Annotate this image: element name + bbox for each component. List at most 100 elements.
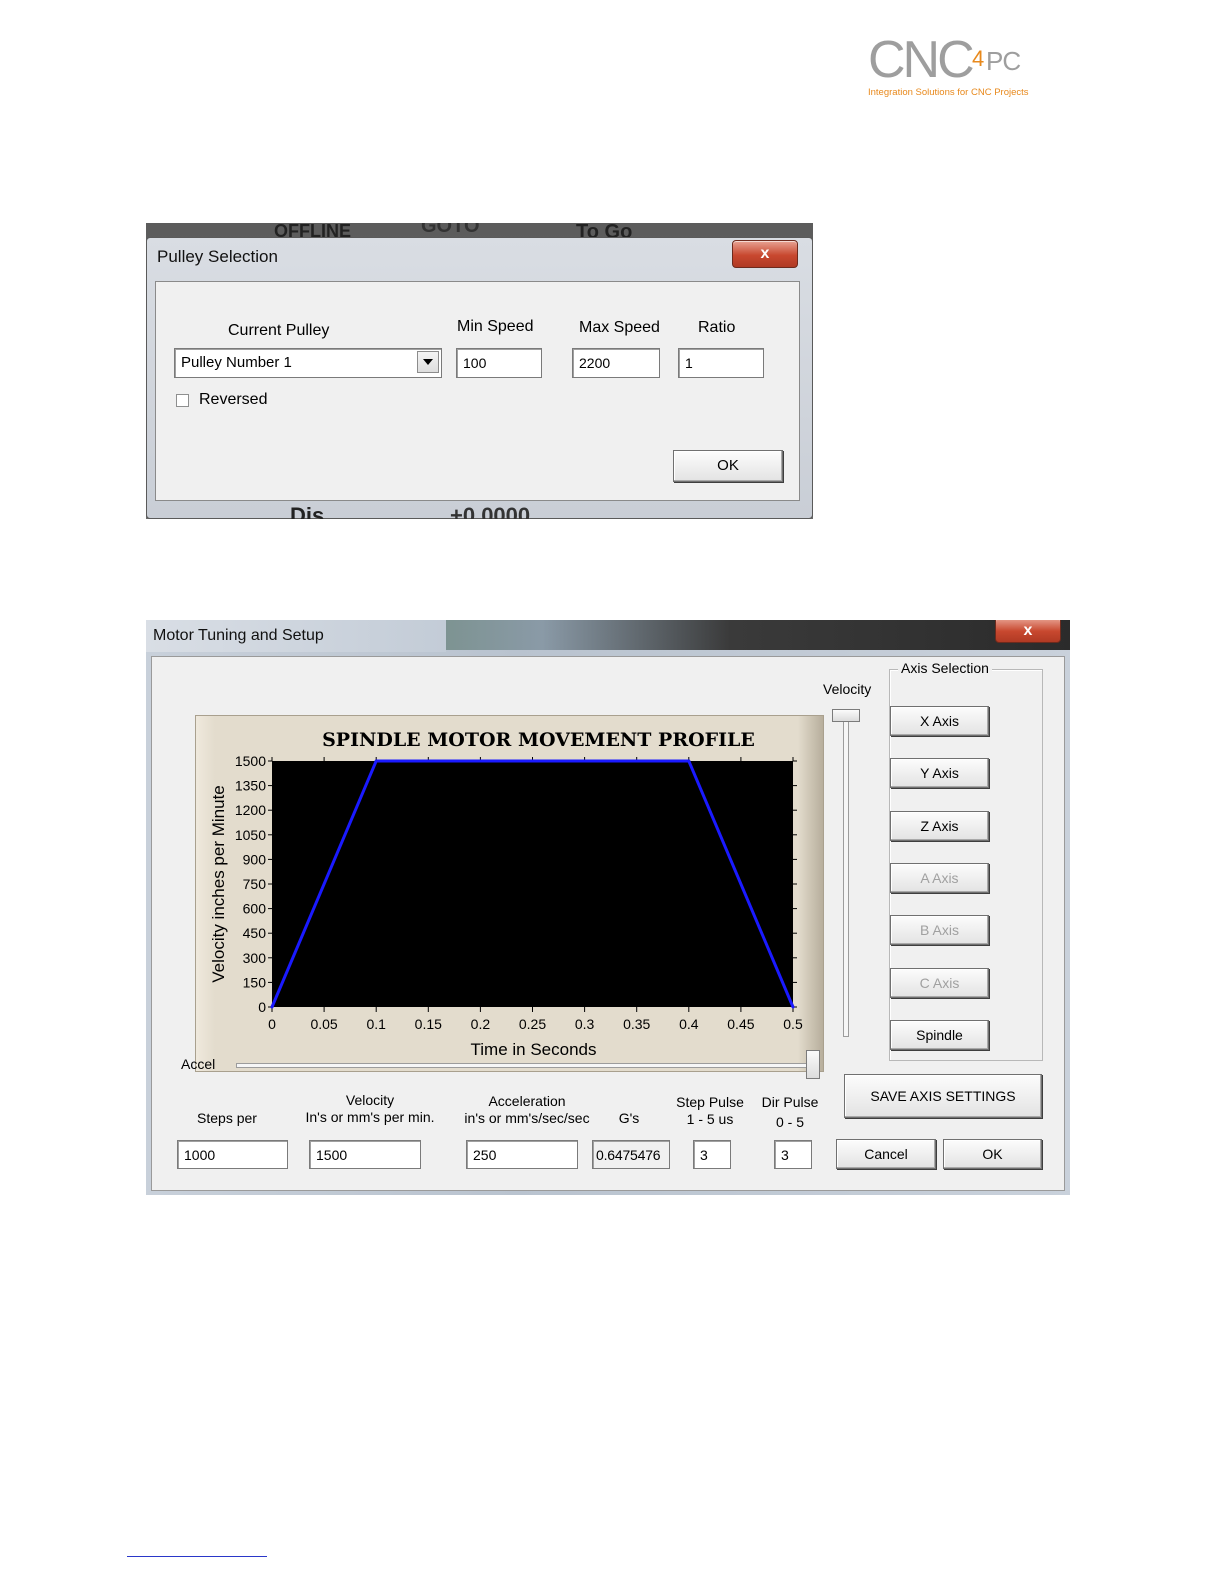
- cnc4pc-logo: CNC 4 PC Integration Solutions for CNC P…: [868, 31, 1029, 100]
- x-tick-label: 0.45: [727, 1016, 754, 1032]
- pulley-selection-window: OFFLINE GOTO To Go Pulley Selection x Cu…: [146, 223, 813, 519]
- axis-button-a-axis[interactable]: A Axis: [890, 862, 989, 893]
- acceleration-field-label-line2: in's or mm's/sec/sec: [464, 1110, 590, 1126]
- logo-brand: CNC: [868, 31, 975, 89]
- dir-pulse-label: Dir Pulse 0 - 5: [755, 1094, 825, 1131]
- ratio-input[interactable]: 1: [678, 348, 764, 378]
- dir-pulse-label-line1: Dir Pulse: [761, 1094, 819, 1110]
- dir-pulse-label-line2: 0 - 5: [775, 1114, 804, 1130]
- max-speed-label: Max Speed: [579, 319, 660, 336]
- y-tick-label: 1050: [235, 827, 266, 843]
- pulley-window-title: Pulley Selection: [157, 247, 278, 266]
- x-tick-label: 0.2: [471, 1016, 491, 1032]
- x-tick-label: 0.4: [679, 1016, 699, 1032]
- pulley-close-button[interactable]: x: [732, 240, 798, 268]
- velocity-profile-point: [791, 1005, 795, 1009]
- step-pulse-label-line2: 1 - 5 us: [686, 1111, 734, 1127]
- x-tick-label: 0.05: [310, 1016, 337, 1032]
- step-pulse-label: Step Pulse 1 - 5 us: [670, 1094, 750, 1128]
- accel-slider-track[interactable]: [236, 1063, 820, 1068]
- background-dis-label: Dis: [290, 503, 325, 519]
- save-axis-settings-button[interactable]: SAVE AXIS SETTINGS: [844, 1074, 1042, 1118]
- pulley-ok-button[interactable]: OK: [673, 450, 783, 482]
- cancel-button[interactable]: Cancel: [836, 1139, 936, 1169]
- velocity-slider-label: Velocity: [823, 681, 872, 697]
- footer-link-underline[interactable]: [127, 1556, 267, 1557]
- acceleration-field-label: Acceleration in's or mm's/sec/sec: [457, 1093, 597, 1127]
- y-tick-label: 300: [243, 950, 267, 966]
- step-pulse-label-line1: Step Pulse: [676, 1094, 744, 1110]
- axis-button-x-axis[interactable]: X Axis: [890, 706, 989, 736]
- motor-window-title: Motor Tuning and Setup: [153, 627, 324, 644]
- acceleration-field-label-line1: Acceleration: [488, 1093, 566, 1109]
- axis-button-c-axis[interactable]: C Axis: [890, 967, 989, 998]
- ratio-label: Ratio: [698, 319, 736, 336]
- velocity-field-label: Velocity In's or mm's per min.: [300, 1092, 440, 1126]
- y-axis-label: Velocity inches per Minute: [209, 785, 228, 983]
- close-icon: x: [760, 245, 770, 262]
- velocity-profile-point: [270, 1005, 274, 1009]
- x-tick-label: 0.3: [575, 1016, 595, 1032]
- axis-button-spindle[interactable]: Spindle: [890, 1019, 989, 1050]
- pulley-client-area: Current Pulley Min Speed Max Speed Ratio…: [155, 281, 800, 501]
- background-goto-label: GOTO: [421, 223, 480, 237]
- acceleration-input[interactable]: 250: [466, 1140, 578, 1169]
- current-pulley-label: Current Pulley: [228, 322, 330, 339]
- y-tick-label: 1500: [235, 753, 266, 769]
- reversed-label: Reversed: [199, 391, 268, 408]
- reversed-checkbox[interactable]: [176, 394, 189, 407]
- movement-profile-chart: SPINDLE MOTOR MOVEMENT PROFILE 0 0.05 0.1 0.…: [195, 715, 824, 1072]
- steps-per-input[interactable]: 1000: [177, 1140, 288, 1169]
- motor-ok-button[interactable]: OK: [943, 1139, 1042, 1169]
- chart-canvas: SPINDLE MOTOR MOVEMENT PROFILE 0 0.05 0.1 0.…: [209, 729, 803, 1059]
- background-readout: +0.0000: [450, 503, 531, 519]
- y-tick-label: 750: [243, 876, 267, 892]
- x-tick-label: 0: [268, 1016, 276, 1032]
- velocity-profile-point: [687, 759, 691, 763]
- velocity-field-label-line1: Velocity: [345, 1092, 395, 1108]
- logo-tagline: Integration Solutions for CNC Projects: [868, 87, 1029, 98]
- x-tick-label: 0.35: [623, 1016, 650, 1032]
- y-tick-label: 150: [243, 974, 267, 990]
- axis-button-y-axis[interactable]: Y Axis: [890, 758, 989, 789]
- accel-slider-label: Accel: [181, 1056, 216, 1072]
- y-tick-label: 0: [258, 999, 266, 1015]
- current-pulley-select[interactable]: Pulley Number 1: [174, 348, 442, 378]
- y-tick-label: 600: [243, 901, 267, 917]
- y-tick-label: 1200: [235, 802, 266, 818]
- y-tick-label: 900: [243, 851, 267, 867]
- x-tick-label: 0.1: [366, 1016, 386, 1032]
- gs-label: G's: [618, 1110, 640, 1126]
- x-tick-label: 0.15: [415, 1016, 442, 1032]
- x-tick-label: 0.5: [783, 1016, 803, 1032]
- max-speed-input[interactable]: 2200: [572, 348, 660, 378]
- velocity-input[interactable]: 1500: [309, 1140, 421, 1169]
- gs-readout: 0.6475476: [592, 1140, 670, 1169]
- axis-button-b-axis[interactable]: B Axis: [890, 915, 989, 946]
- x-axis-label: Time in Seconds: [471, 1040, 597, 1059]
- logo-brand-digit: 4: [972, 46, 985, 71]
- dir-pulse-input[interactable]: 3: [774, 1140, 812, 1169]
- chart-plot-area: [272, 761, 793, 1007]
- accel-slider-thumb[interactable]: [806, 1050, 820, 1079]
- steps-per-label: Steps per: [197, 1110, 257, 1126]
- x-tick-label: 0.25: [519, 1016, 546, 1032]
- velocity-slider-thumb[interactable]: [832, 709, 860, 722]
- velocity-field-label-line2: In's or mm's per min.: [305, 1109, 435, 1125]
- axis-button-z-axis[interactable]: Z Axis: [890, 810, 989, 841]
- min-speed-input[interactable]: 100: [456, 348, 542, 378]
- y-tick-label: 450: [243, 925, 267, 941]
- velocity-slider-track[interactable]: [843, 709, 849, 1037]
- step-pulse-input[interactable]: 3: [693, 1140, 731, 1169]
- current-pulley-value: Pulley Number 1: [181, 354, 292, 371]
- motor-tuning-window: Motor Tuning and Setup x SPINDLE MOTOR M…: [146, 620, 1070, 1195]
- velocity-profile-point: [374, 759, 378, 763]
- motor-close-button[interactable]: x: [995, 620, 1061, 643]
- chevron-down-icon[interactable]: [417, 351, 439, 373]
- chart-title: SPINDLE MOTOR MOVEMENT PROFILE: [322, 729, 755, 751]
- y-tick-label: 1350: [235, 778, 266, 794]
- motor-client-area: SPINDLE MOTOR MOVEMENT PROFILE 0 0.05 0.1 0.…: [151, 656, 1065, 1191]
- min-speed-label: Min Speed: [457, 318, 534, 335]
- axis-selection-label: Axis Selection: [898, 660, 992, 676]
- logo-brand-suffix: PC: [986, 46, 1021, 76]
